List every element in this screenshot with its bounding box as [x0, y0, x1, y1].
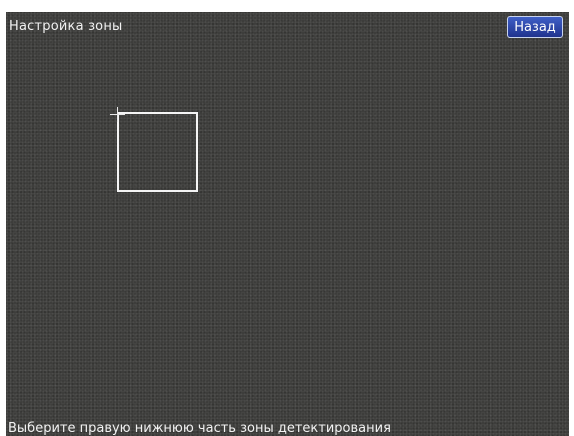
crosshair-icon[interactable]	[110, 107, 125, 122]
detection-zone-rectangle[interactable]	[117, 112, 198, 192]
instruction-text: Выберите правую нижнюю часть зоны детект…	[8, 421, 391, 436]
zone-setup-screen[interactable]: Настройка зоны Назад Выберите правую ниж…	[6, 12, 569, 436]
back-button[interactable]: Назад	[507, 16, 563, 38]
page-title: Настройка зоны	[9, 19, 123, 34]
